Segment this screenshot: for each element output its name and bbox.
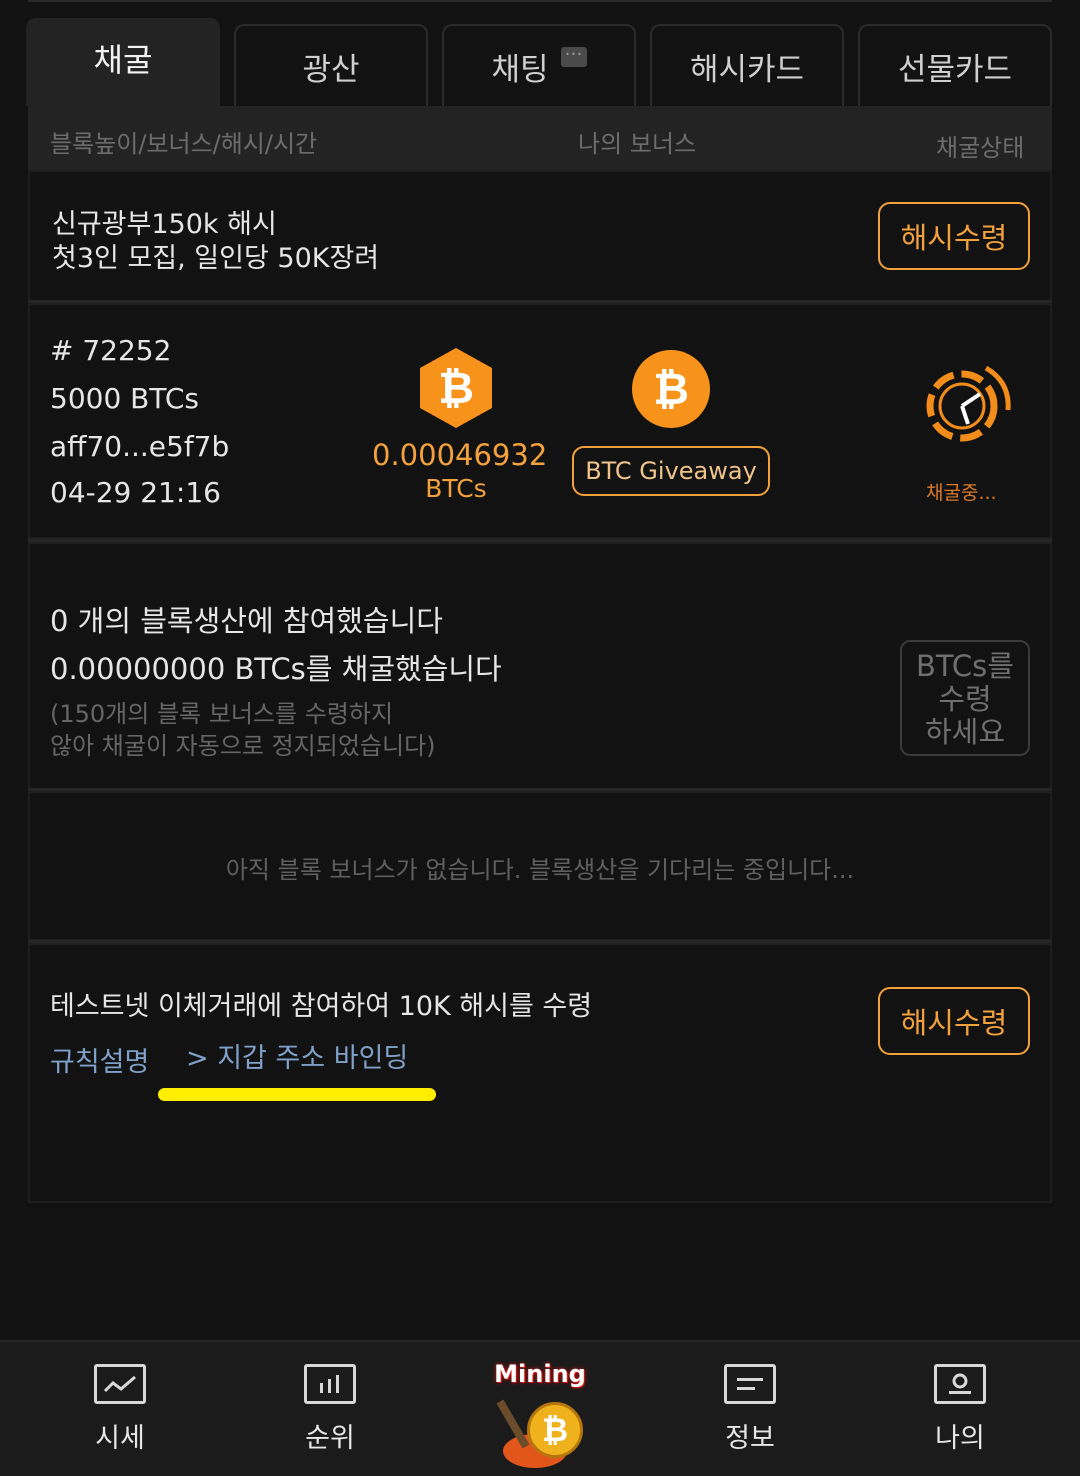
yellow-highlight-mark (158, 1088, 436, 1101)
block-bonus: 5000 BTCs (50, 382, 199, 415)
nav-mining[interactable]: Mining ₿ (480, 1360, 600, 1468)
header-mining-status: 채굴상태 (936, 134, 1025, 162)
claim-btcs-button[interactable]: BTCs를 수령 하세요 (900, 640, 1030, 756)
profile-icon (934, 1364, 986, 1404)
wallet-binding-link[interactable]: > 지갑 주소 바인딩 (186, 1036, 408, 1075)
bottom-nav: 시세 순위 Mining ₿ 정보 나의 (0, 1340, 1080, 1476)
promo-line2: 첫3인 모집, 일인당 50K장려 (52, 243, 380, 274)
nav-info[interactable]: 정보 (690, 1364, 810, 1455)
block-hash: aff70...e5f7b (50, 430, 230, 463)
tab-chat[interactable]: 채팅 (442, 24, 636, 106)
line-chart-icon (94, 1364, 146, 1404)
tab-mining[interactable]: 채굴 (26, 18, 220, 106)
header-block-info: 블록높이/보너스/해시/시간 (50, 130, 318, 158)
bitcoin-coin-icon: ₿ (632, 350, 710, 428)
claim-hash-button[interactable]: 해시수령 (878, 202, 1030, 270)
column-header: 블록높이/보너스/해시/시간 나의 보너스 채굴상태 (28, 106, 1052, 170)
bar-chart-icon (304, 1364, 356, 1404)
tab-bar: 채굴 광산 채팅 해시카드 선물카드 (26, 18, 1054, 106)
top-divider (28, 0, 1052, 2)
summary-note-1: (150개의 블록 보너스를 수령하지 (50, 700, 394, 728)
summary-note-2: 않아 채굴이 자동으로 정지되었습니다) (50, 732, 436, 760)
empty-message: 아직 블록 보너스가 없습니다. 블록생산을 기다리는 중입니다... (225, 856, 855, 884)
mining-bitcoin-icon: ₿ (495, 1388, 585, 1468)
block-height: # 72252 (50, 334, 172, 367)
mining-status-text: 채굴중... (926, 482, 997, 504)
testnet-row (28, 943, 1052, 1203)
my-bonus-unit: BTCs (425, 474, 487, 503)
block-time: 04-29 21:16 (50, 476, 221, 509)
mining-gear-icon (926, 365, 1011, 442)
nav-ranking[interactable]: 순위 (270, 1364, 390, 1455)
my-bonus-value: 0.00046932 (372, 438, 548, 472)
nav-my[interactable]: 나의 (900, 1364, 1020, 1455)
document-icon (724, 1364, 776, 1404)
nav-market[interactable]: 시세 (60, 1364, 180, 1455)
testnet-text: 테스트넷 이체거래에 참여하여 10K 해시를 수령 (50, 991, 593, 1022)
summary-blocks: 0 개의 블록생산에 참여했습니다 (50, 604, 443, 638)
tab-hash-card[interactable]: 해시카드 (650, 24, 844, 106)
claim-hash-button-testnet[interactable]: 해시수령 (878, 987, 1030, 1055)
tab-mine[interactable]: 광산 (234, 24, 428, 106)
chat-bubble-icon (560, 39, 587, 67)
rules-link[interactable]: 규칙설명 (50, 1040, 149, 1079)
btc-giveaway-button[interactable]: BTC Giveaway (572, 446, 770, 496)
header-my-bonus: 나의 보너스 (578, 130, 697, 158)
mining-logo-text: Mining (494, 1360, 586, 1388)
tab-gift-card[interactable]: 선물카드 (858, 24, 1052, 106)
summary-mined: 0.00000000 BTCs를 채굴했습니다 (50, 652, 502, 686)
